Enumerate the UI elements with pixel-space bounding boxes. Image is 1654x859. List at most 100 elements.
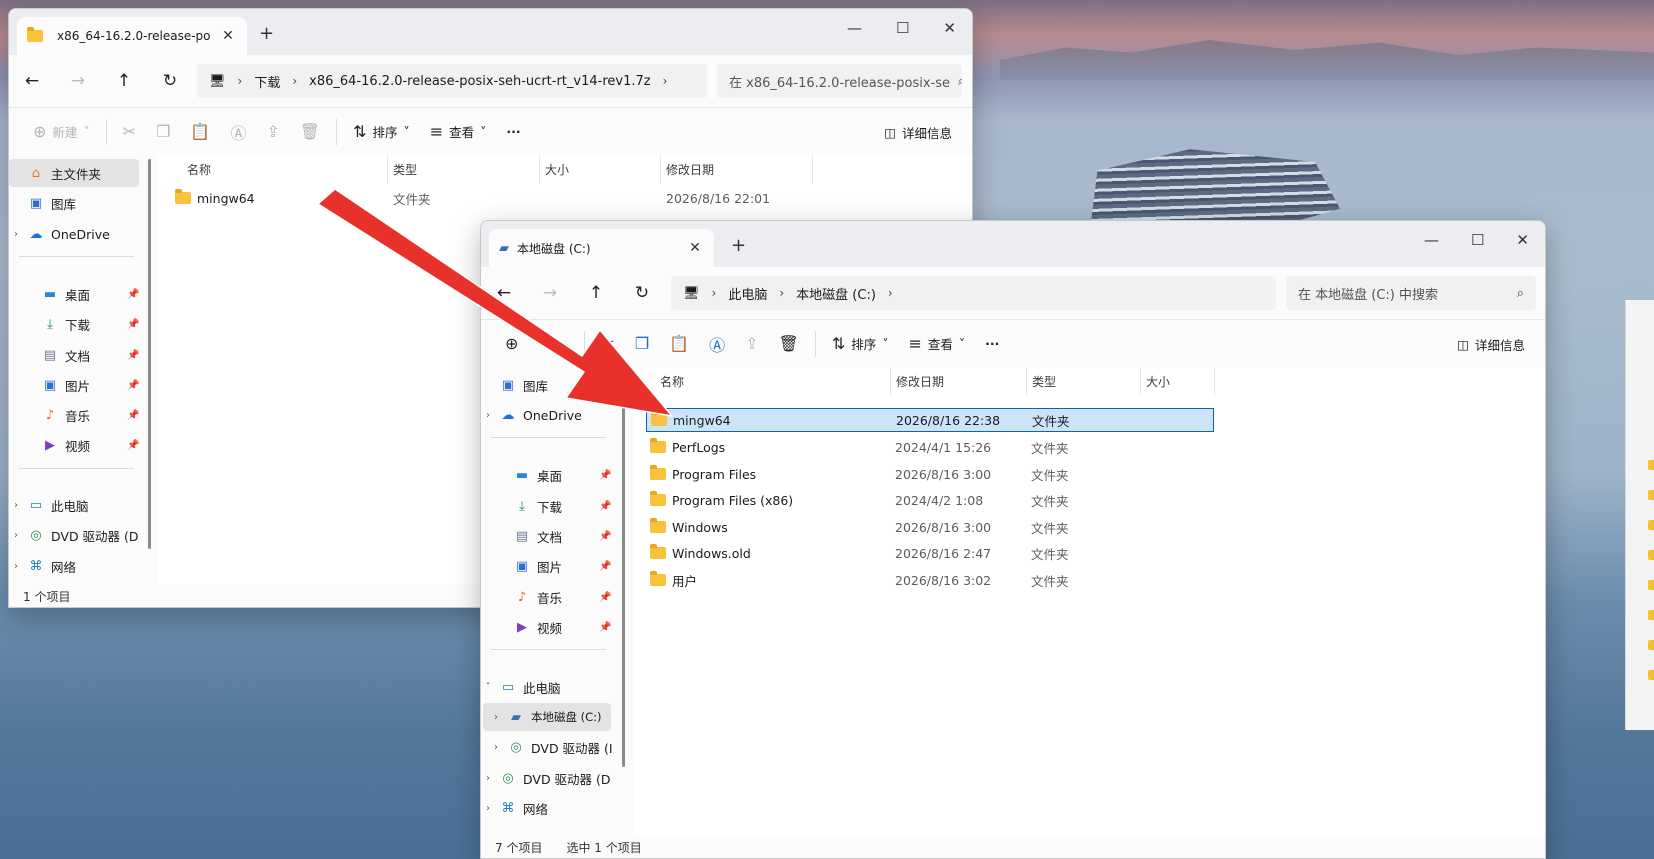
chevron-right-icon[interactable]: › <box>489 712 503 723</box>
close-window-button[interactable]: ✕ <box>1516 231 1529 249</box>
pin-icon[interactable]: 📌 <box>599 470 611 481</box>
address-bar[interactable]: 🖥 › 此电脑 › 本地磁盘 (C:) › <box>671 276 1276 310</box>
tab-local-disk[interactable]: ▰ 本地磁盘 (C:) ✕ <box>489 229 714 267</box>
tab-close-icon[interactable]: ✕ <box>686 240 704 256</box>
breadcrumb-local-disk[interactable]: 本地磁盘 (C:) <box>796 284 876 303</box>
sidebar-item-dvd[interactable]: › ◎ DVD 驱动器 (D <box>9 521 139 549</box>
chevron-right-icon[interactable]: › <box>9 500 23 511</box>
minimize-button[interactable]: — <box>847 19 862 37</box>
breadcrumb-thispc[interactable]: 此电脑 <box>728 284 767 303</box>
sidebar-item-downloads[interactable]: ⤓ 下载 <box>495 492 562 520</box>
close-window-button[interactable]: ✕ <box>943 19 956 37</box>
pin-icon[interactable]: 📌 <box>599 622 611 633</box>
column-header-type[interactable]: 类型 <box>1032 367 1056 395</box>
pin-icon[interactable]: 📌 <box>599 592 611 603</box>
column-header-modified[interactable]: 修改日期 <box>666 155 714 183</box>
more-button[interactable]: ··· <box>496 116 530 148</box>
paste-button[interactable]: 📋 <box>180 116 220 148</box>
sort-button[interactable]: ⇅ 排序 ˅ <box>343 116 420 148</box>
new-tab-button[interactable]: + <box>259 23 274 44</box>
refresh-button[interactable]: ↻ <box>619 283 665 303</box>
new-button[interactable]: ⊕ 新建 ˅ <box>23 116 100 148</box>
copy-button[interactable]: ❐ <box>625 328 659 360</box>
view-button[interactable]: ≡ 查看 ˅ <box>898 328 975 360</box>
sidebar-item-onedrive[interactable]: › ☁ OneDrive <box>9 220 110 248</box>
column-header-name[interactable]: 名称 <box>187 155 211 183</box>
refresh-button[interactable]: ↻ <box>147 71 193 91</box>
pin-icon[interactable]: 📌 <box>127 410 139 421</box>
search-box[interactable]: 在 x86_64-16.2.0-release-posix-se ⌕ <box>717 64 962 98</box>
table-row[interactable]: Windows.old 2026/8/16 2:47 文件夹 <box>646 540 1214 566</box>
share-button[interactable]: ⇪ <box>735 328 768 360</box>
column-header-type[interactable]: 类型 <box>393 155 417 183</box>
sidebar-item-gallery[interactable]: ▣ 图库 <box>9 189 76 217</box>
cut-button[interactable]: ✂ <box>591 328 624 360</box>
copy-button[interactable]: ❐ <box>146 116 180 148</box>
minimize-button[interactable]: — <box>1424 231 1439 249</box>
chevron-right-icon[interactable]: › <box>481 773 495 784</box>
new-tab-button[interactable]: + <box>731 235 746 256</box>
sidebar-item-thispc[interactable]: › ▭ 此电脑 <box>9 491 89 519</box>
rename-button[interactable]: Ⓐ <box>220 116 256 148</box>
tab-archive[interactable]: x86_64-16.2.0-release-posix-se ✕ <box>17 17 247 55</box>
breadcrumb-downloads[interactable]: 下载 <box>254 72 280 91</box>
share-button[interactable]: ⇪ <box>256 116 289 148</box>
table-row[interactable]: mingw64 2026/8/16 22:38 文件夹 <box>646 408 1214 432</box>
more-button[interactable]: ··· <box>975 328 1009 360</box>
sidebar-item-desktop[interactable]: ▬ 桌面 <box>495 461 562 489</box>
up-button[interactable]: ↑ <box>573 283 619 303</box>
sidebar-scrollbar[interactable] <box>622 407 625 767</box>
sidebar-item-dvd-1[interactable]: › ◎ DVD 驱动器 (I <box>489 733 613 761</box>
sidebar-item-music[interactable]: ♪ 音乐 <box>495 583 562 611</box>
pin-icon[interactable]: 📌 <box>127 350 139 361</box>
forward-button[interactable]: → <box>527 283 573 303</box>
chevron-right-icon[interactable]: › <box>489 742 503 753</box>
delete-button[interactable]: 🗑 <box>769 328 809 360</box>
paste-button[interactable]: 📋 <box>659 328 699 360</box>
sidebar-item-thispc[interactable]: ˅ ▭ 此电脑 <box>481 673 561 701</box>
pin-icon[interactable]: 📌 <box>599 561 611 572</box>
rename-button[interactable]: Ⓐ <box>699 328 735 360</box>
search-box[interactable]: 在 本地磁盘 (C:) 中搜索 ⌕ <box>1286 276 1536 310</box>
chevron-right-icon[interactable]: › <box>9 530 23 541</box>
address-bar[interactable]: 🖥 › 下载 › x86_64-16.2.0-release-posix-seh… <box>197 64 707 98</box>
sidebar-item-downloads[interactable]: ⤓ 下载 <box>23 310 90 338</box>
sidebar-item-local-disk[interactable]: › ▰ 本地磁盘 (C:) <box>483 703 611 731</box>
table-row[interactable]: PerfLogs 2024/4/1 15:26 文件夹 <box>646 434 1214 460</box>
pin-icon[interactable]: 📌 <box>599 501 611 512</box>
sidebar-item-network[interactable]: › ⌘ 网络 <box>9 552 76 580</box>
chevron-down-icon[interactable]: ˅ <box>481 682 495 693</box>
sidebar-item-onedrive[interactable]: › ☁ OneDrive <box>481 401 582 429</box>
pin-icon[interactable]: 📌 <box>127 440 139 451</box>
sidebar-item-documents[interactable]: ▤ 文档 <box>495 522 562 550</box>
sidebar-item-network[interactable]: › ⌘ 网络 <box>481 794 548 822</box>
sidebar-item-documents[interactable]: ▤ 文档 <box>23 341 90 369</box>
delete-button[interactable]: 🗑 <box>290 116 330 148</box>
back-button[interactable]: ← <box>9 71 55 91</box>
details-pane-button[interactable]: ◫ 详细信息 <box>1457 328 1525 360</box>
sort-button[interactable]: ⇅ 排序 ˅ <box>822 328 899 360</box>
chevron-right-icon[interactable]: › <box>9 561 23 572</box>
details-pane-button[interactable]: ◫ 详细信息 <box>884 116 952 148</box>
pin-icon[interactable]: 📌 <box>127 289 139 300</box>
pin-icon[interactable]: 📌 <box>127 319 139 330</box>
maximize-button[interactable]: ☐ <box>1471 231 1484 249</box>
breadcrumb-archive[interactable]: x86_64-16.2.0-release-posix-seh-ucrt-rt_… <box>309 74 650 89</box>
sidebar-item-pictures[interactable]: ▣ 图片 <box>495 552 562 580</box>
forward-button[interactable]: → <box>55 71 101 91</box>
cut-button[interactable]: ✂ <box>113 116 146 148</box>
back-button[interactable]: ← <box>481 283 527 303</box>
sidebar-item-music[interactable]: ♪ 音乐 <box>23 401 90 429</box>
table-row[interactable]: 用户 2026/8/16 3:02 文件夹 <box>646 567 1214 593</box>
column-header-size[interactable]: 大小 <box>545 155 569 183</box>
table-row[interactable]: Windows 2026/8/16 3:00 文件夹 <box>646 514 1214 540</box>
pin-icon[interactable]: 📌 <box>599 531 611 542</box>
sidebar-item-videos[interactable]: ▶ 视频 <box>23 431 90 459</box>
sidebar-item-pictures[interactable]: ▣ 图片 <box>23 371 90 399</box>
chevron-right-icon[interactable]: › <box>9 229 23 240</box>
new-button[interactable]: ⊕ <box>495 328 528 360</box>
column-header-name[interactable]: 名称 <box>660 367 684 395</box>
column-header-modified[interactable]: 修改日期 <box>896 367 944 395</box>
sidebar-item-dvd-2[interactable]: › ◎ DVD 驱动器 (D <box>481 764 611 792</box>
chevron-right-icon[interactable]: › <box>481 803 495 814</box>
